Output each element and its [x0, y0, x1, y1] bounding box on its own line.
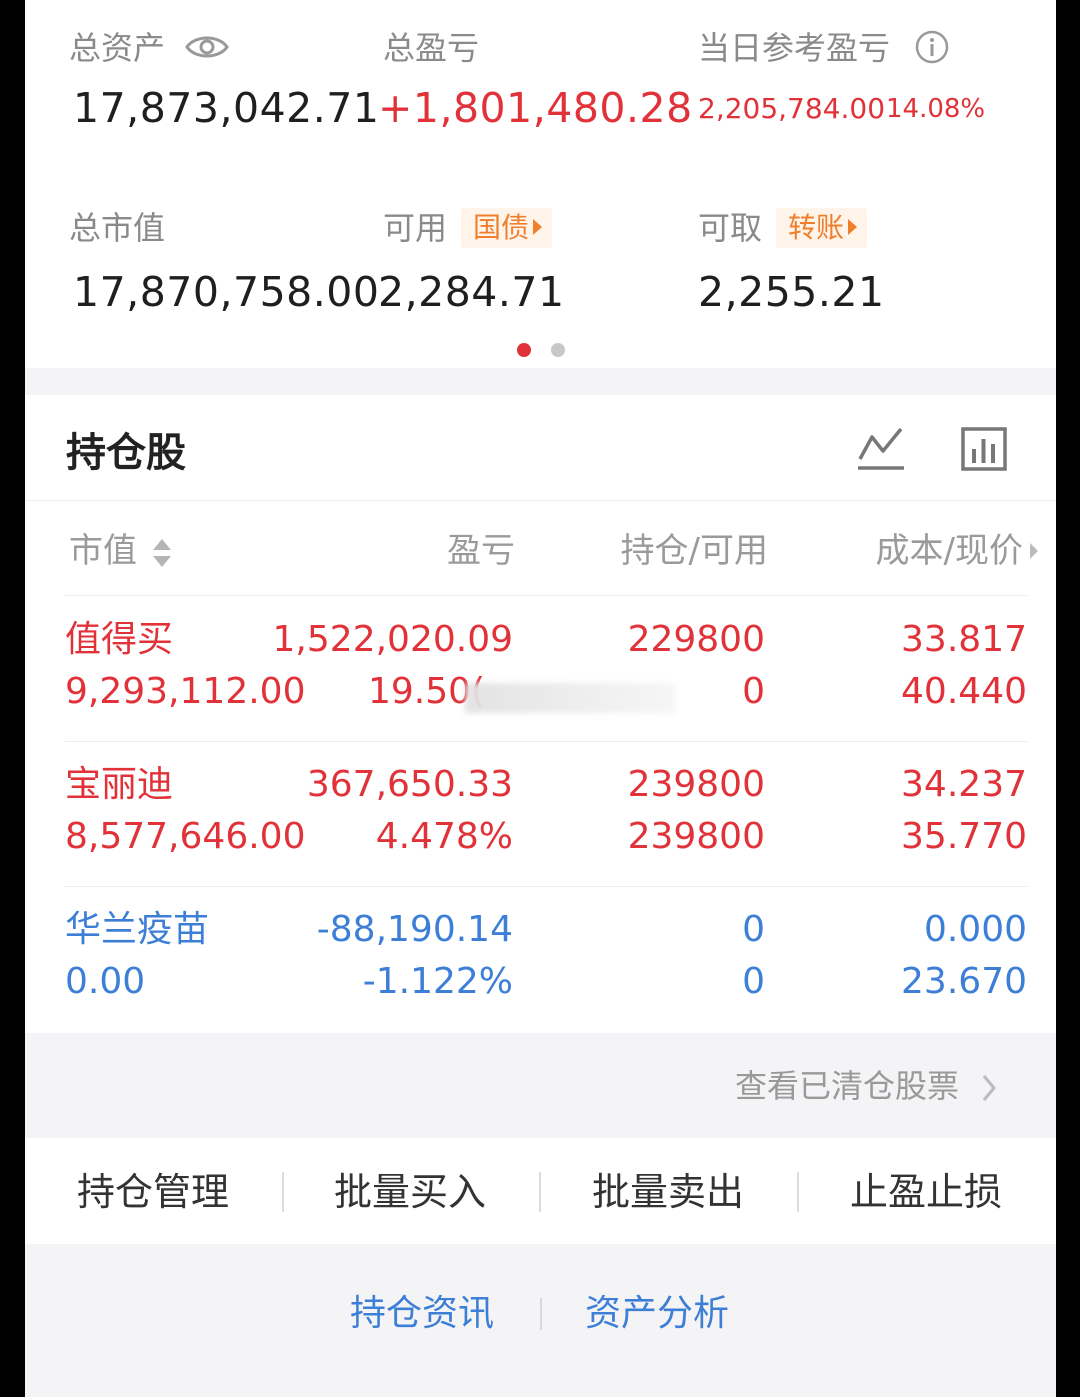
column-header-position: 持仓/可用	[620, 531, 768, 571]
market-value-value: 17,870,758.00	[73, 268, 380, 316]
row-divider	[65, 741, 1027, 742]
total-pnl-label: 总盈亏	[383, 29, 480, 67]
info-icon[interactable]	[915, 30, 949, 64]
available-label: 可用	[383, 209, 448, 247]
stock-cost: 33.817	[901, 619, 1027, 660]
available-value: 2,284.71	[378, 268, 565, 316]
cleared-stocks-link[interactable]: 查看已清仓股票	[735, 1066, 997, 1106]
row-divider	[65, 886, 1027, 887]
page-indicator-inactive[interactable]	[551, 343, 565, 357]
batch-buy-button[interactable]: 批量买入	[334, 1168, 486, 1216]
page-indicator-active	[517, 343, 531, 357]
column-header-cost-price[interactable]: 成本/现价	[825, 529, 1023, 573]
total-assets-value: 17,873,042.71	[73, 84, 380, 132]
holdings-title: 持仓股	[66, 430, 186, 476]
chevron-right-icon	[983, 1075, 997, 1101]
holding-news-link[interactable]: 持仓资讯	[350, 1292, 494, 1336]
stock-market-value: 0.00	[65, 961, 146, 1002]
today-pnl-value: 2,205,784.00	[698, 92, 886, 125]
bar-chart-icon[interactable]	[961, 427, 1007, 471]
column-header-market-value[interactable]: 市值	[69, 529, 172, 573]
transfer-button-label: 转账	[788, 211, 845, 244]
bond-button-label: 国债	[473, 211, 530, 244]
action-bar: 持仓管理 批量买入 批量卖出 止盈止损	[25, 1138, 1056, 1244]
stock-position: 229800	[627, 619, 765, 660]
today-pnl-label: 当日参考盈亏	[698, 29, 891, 67]
stock-cost: 34.237	[901, 764, 1027, 805]
triangle-right-icon	[848, 219, 858, 235]
stock-name: 值得买	[65, 619, 174, 660]
stock-cost: 0.000	[923, 909, 1027, 950]
triangle-right-icon	[533, 219, 543, 235]
stock-pnl: 1,522,020.09	[272, 619, 513, 660]
separator	[797, 1172, 799, 1212]
batch-sell-button[interactable]: 批量卖出	[592, 1168, 744, 1216]
asset-analysis-link[interactable]: 资产分析	[585, 1292, 729, 1336]
column-header-pnl: 盈亏	[447, 531, 515, 571]
withdrawable-value: 2,255.21	[698, 268, 885, 316]
stock-pnl: 367,650.33	[306, 764, 513, 805]
separator	[540, 1298, 542, 1330]
section-divider	[25, 500, 1056, 501]
chevron-right-icon[interactable]	[1028, 541, 1040, 561]
stock-position: 239800	[627, 764, 765, 805]
stock-price: 23.670	[901, 961, 1027, 1002]
stock-position: 0	[742, 909, 765, 950]
market-value-label: 总市值	[69, 209, 166, 247]
stock-pnl-pct: 4.478%	[375, 816, 513, 857]
position-management-button[interactable]: 持仓管理	[77, 1168, 229, 1216]
stock-available: 0	[742, 671, 765, 712]
stock-available: 0	[742, 961, 765, 1002]
stock-available: 239800	[627, 816, 765, 857]
separator	[282, 1172, 284, 1212]
stock-name: 华兰疫苗	[65, 909, 210, 950]
bond-button[interactable]: 国债	[461, 208, 553, 248]
stock-price: 40.440	[901, 671, 1027, 712]
today-pnl-pct: 14.08%	[886, 94, 986, 124]
stock-pnl-pct: -1.122%	[362, 961, 513, 1002]
holdings-card: 持仓股 市值 盈亏 持仓/可用 成本/现价 值得买 9,293,112.00 1…	[25, 395, 1056, 1033]
eye-icon[interactable]	[185, 33, 229, 61]
withdrawable-label: 可取	[698, 209, 763, 247]
asset-summary-card[interactable]: 总资产 17,873,042.71 总盈亏 +1,801,480.28 当日参考…	[25, 0, 1056, 368]
sort-icon	[152, 538, 171, 567]
app-screen: 总资产 17,873,042.71 总盈亏 +1,801,480.28 当日参考…	[25, 0, 1056, 1397]
stock-price: 35.770	[901, 816, 1027, 857]
line-chart-icon[interactable]	[857, 425, 905, 471]
total-pnl-value: +1,801,480.28	[378, 84, 693, 132]
header-divider	[65, 595, 1027, 596]
stock-name: 宝丽迪	[65, 764, 174, 805]
take-profit-stop-loss-button[interactable]: 止盈止损	[850, 1168, 1002, 1216]
transfer-button[interactable]: 转账	[776, 208, 868, 248]
stock-pnl: -88,190.14	[316, 909, 513, 950]
separator	[539, 1172, 541, 1212]
total-assets-label: 总资产	[69, 29, 166, 67]
stock-market-value: 9,293,112.00	[65, 671, 306, 712]
